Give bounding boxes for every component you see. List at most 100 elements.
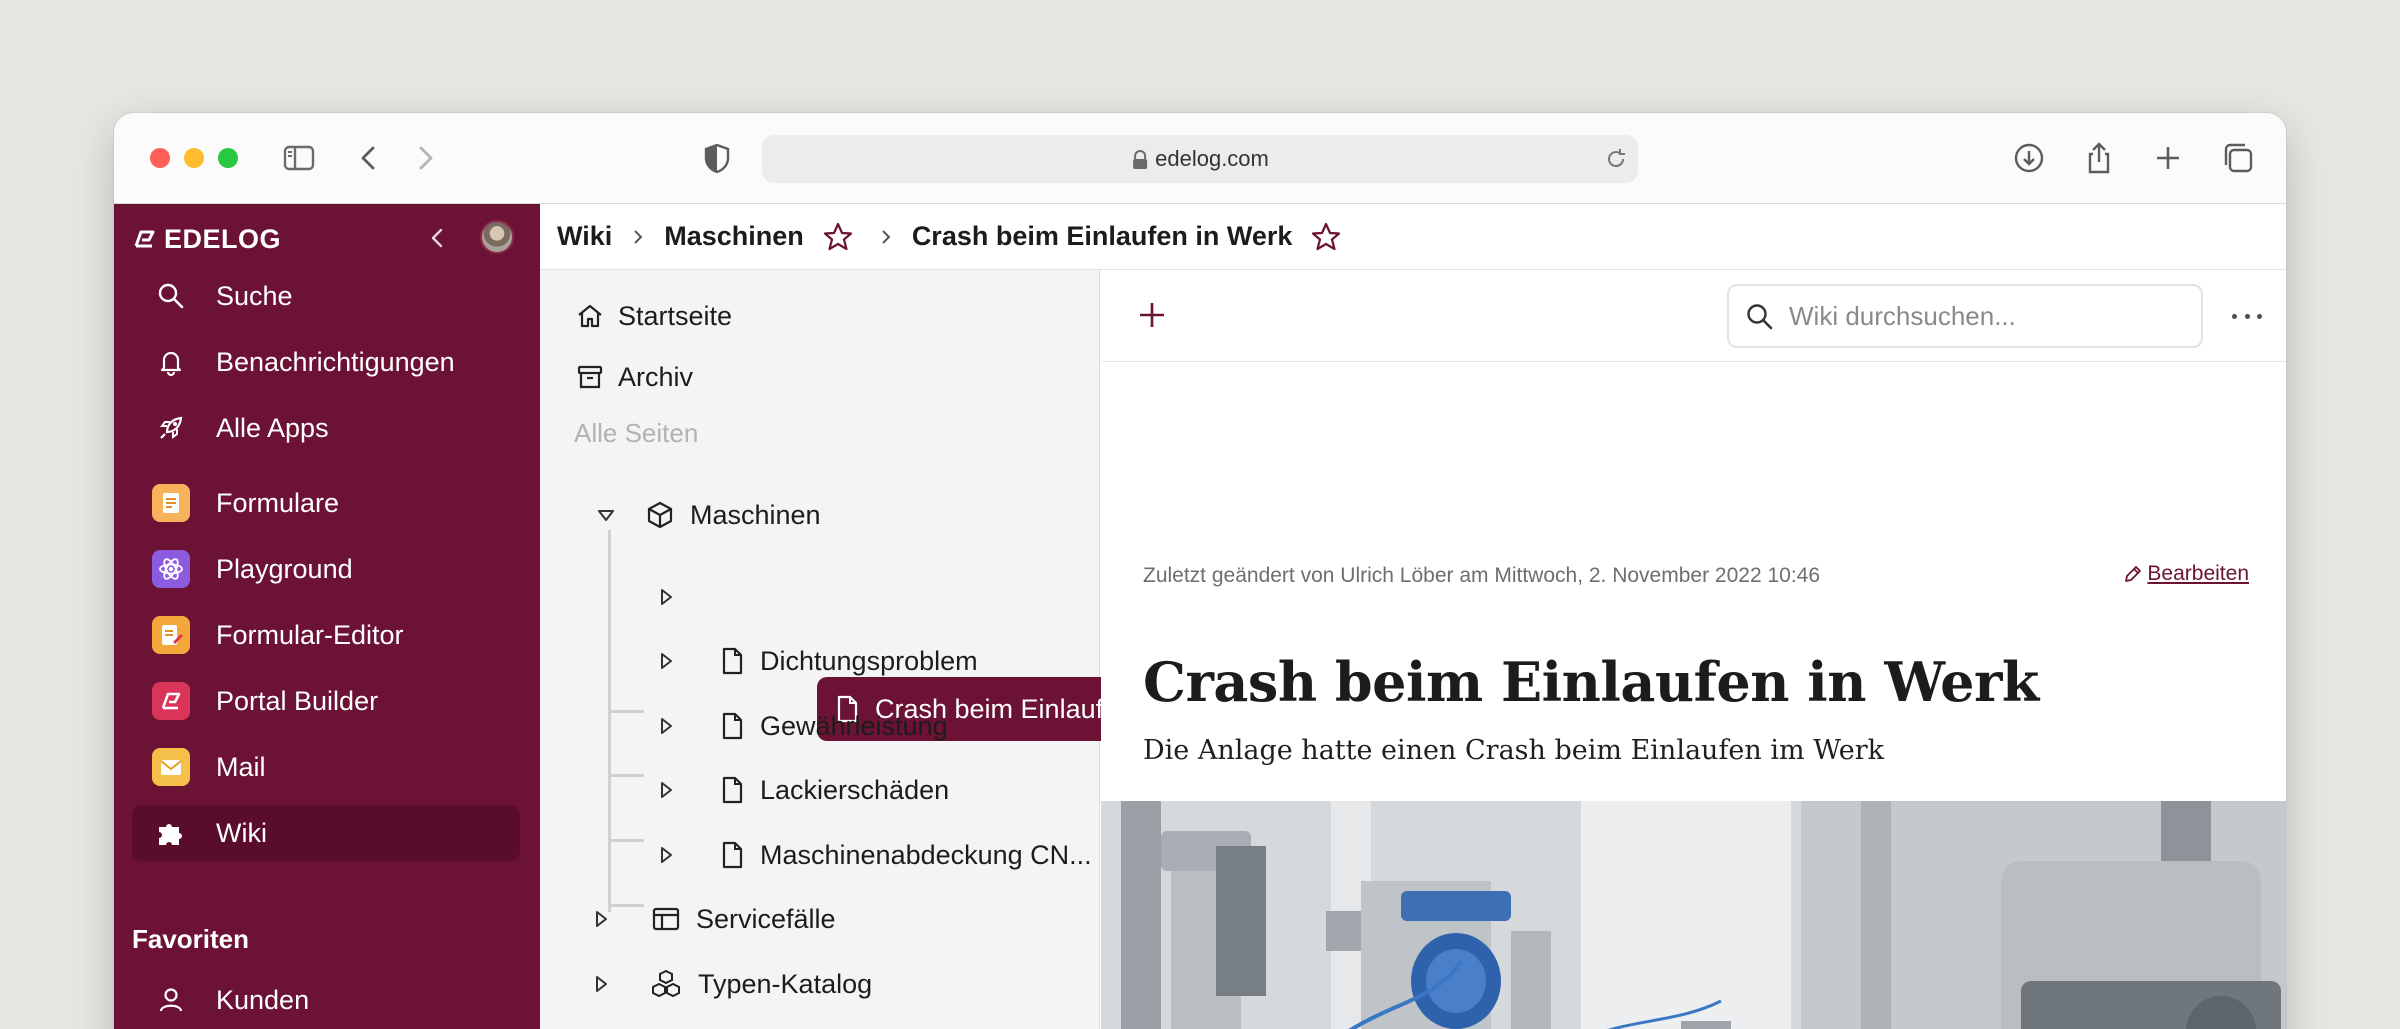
sidebar-app-playground[interactable]: Playground <box>132 541 520 597</box>
sidebar-item-label: Playground <box>216 553 353 584</box>
page-subtitle: Die Anlage hatte einen Crash beim Einlau… <box>1143 735 1884 766</box>
reload-icon[interactable] <box>1604 147 1628 171</box>
tree-children-rest: Dichtungsproblem Gewährleistung Lackiers… <box>540 270 1100 1029</box>
wiki-search-input[interactable] <box>1789 294 2191 338</box>
caret-right-icon[interactable] <box>656 845 676 865</box>
sidebar-app-mail[interactable]: Mail <box>132 739 520 795</box>
zoom-window-button[interactable] <box>218 148 238 168</box>
edit-label: Bearbeiten <box>2147 562 2249 585</box>
page-title: Crash beim Einlaufen in Werk <box>1143 650 2039 714</box>
brand-name: EDELOG <box>164 223 282 254</box>
sidebar-item-label: Kunden <box>216 984 310 1015</box>
brand-logo[interactable]: EDELOG <box>132 222 281 256</box>
puzzle-icon <box>159 824 182 845</box>
caret-right-icon[interactable] <box>656 651 676 671</box>
breadcrumb-wiki[interactable]: Wiki <box>557 221 612 252</box>
wiki-search[interactable] <box>1727 284 2203 348</box>
tree-page-dichtungsproblem[interactable]: Dichtungsproblem <box>716 635 978 687</box>
rocket-icon <box>160 416 183 439</box>
tree-label: Typen-Katalog <box>698 968 873 999</box>
sidebar-item-label: Formular-Editor <box>216 619 404 650</box>
bell-icon <box>160 351 182 377</box>
sidebar-item-label: Benachrichtigungen <box>216 346 455 377</box>
breadcrumb-maschinen[interactable]: Maschinen <box>664 221 804 252</box>
address-bar[interactable]: edelog.com <box>762 135 1638 183</box>
download-icon[interactable] <box>2012 141 2046 175</box>
tree-page-gewaehrleistung[interactable]: Gewährleistung <box>716 700 948 752</box>
tree-page-lackierschaeden[interactable]: Lackierschäden <box>716 764 949 816</box>
person-icon <box>159 988 183 1012</box>
new-tab-icon[interactable] <box>2151 141 2185 175</box>
form-app-icon <box>152 484 190 522</box>
minimize-window-button[interactable] <box>184 148 204 168</box>
sidebar-item-label: Suche <box>216 280 293 311</box>
favorite-star-icon[interactable] <box>1310 221 1342 253</box>
tree-node-typen-katalog[interactable]: Typen-Katalog <box>650 958 872 1010</box>
collapse-sidebar-icon[interactable] <box>424 224 452 252</box>
add-page-icon[interactable] <box>1135 298 1169 332</box>
document-icon <box>722 841 743 869</box>
sidebar-item-suche[interactable]: Suche <box>132 268 520 324</box>
caret-right-icon[interactable] <box>591 974 611 994</box>
sidebar-app-formulare[interactable]: Formulare <box>132 475 520 531</box>
mail-app-icon <box>152 748 190 786</box>
caret-right-icon[interactable] <box>656 587 676 607</box>
browser-window: edelog.com EDELOG Suche Benachrichtigung… <box>114 113 2286 1029</box>
share-icon[interactable] <box>2082 141 2116 175</box>
tab-overview-icon[interactable] <box>2221 141 2255 175</box>
cubes-icon <box>652 969 680 998</box>
sidebar-app-wiki[interactable]: Wiki <box>132 805 520 861</box>
edelog-logo-icon <box>134 230 155 248</box>
sidebar-item-label: Formulare <box>216 487 340 518</box>
edit-link[interactable]: Bearbeiten <box>2123 562 2249 586</box>
lock-icon <box>1133 150 1148 169</box>
search-icon <box>158 283 184 309</box>
sidebar-item-label: Alle Apps <box>216 412 329 443</box>
tree-page-maschinenabdeckung[interactable]: Maschinenabdeckung CN... <box>716 829 1092 881</box>
chevron-right-icon <box>634 229 643 244</box>
sidebar-app-portal-builder[interactable]: Portal Builder <box>132 673 520 729</box>
sidebar-item-benachrichtigungen[interactable]: Benachrichtigungen <box>132 334 520 390</box>
tree-node-servicefaelle[interactable]: Servicefälle <box>650 893 836 945</box>
search-icon <box>1747 304 1773 330</box>
sidebar-item-label: Mail <box>216 751 266 782</box>
breadcrumb: Wiki Maschinen Crash beim Einlaufen in W… <box>540 204 2286 270</box>
tree-label: Dichtungsproblem <box>760 645 978 676</box>
caret-right-icon[interactable] <box>656 780 676 800</box>
user-avatar[interactable] <box>480 220 514 254</box>
favorites-title: Favoriten <box>132 924 250 954</box>
more-options-icon[interactable] <box>2232 304 2262 328</box>
caret-right-icon[interactable] <box>656 716 676 736</box>
sidebar-item-label: Portal Builder <box>216 685 379 716</box>
tree-label: Maschinenabdeckung CN... <box>760 839 1092 870</box>
document-icon <box>722 647 743 675</box>
sidebar-favorite-kunden[interactable]: Kunden <box>132 972 520 1028</box>
tree-label: Lackierschäden <box>760 774 950 805</box>
browser-toolbar: edelog.com <box>114 113 2286 204</box>
url-text: edelog.com <box>1155 146 1269 171</box>
app-sidebar: EDELOG Suche Benachrichtigungen Alle App… <box>114 204 540 1029</box>
tree-label: Servicefälle <box>696 903 836 934</box>
sidebar-toggle-icon[interactable] <box>282 141 316 175</box>
portal-app-icon <box>152 682 190 720</box>
back-icon[interactable] <box>352 141 386 175</box>
atom-app-icon <box>152 550 190 588</box>
content-toolbar <box>1101 270 2286 362</box>
document-icon <box>722 712 743 740</box>
table-icon <box>652 907 680 931</box>
favorite-star-icon[interactable] <box>822 221 854 253</box>
form-editor-app-icon <box>152 616 190 654</box>
forward-icon[interactable] <box>408 141 442 175</box>
close-window-button[interactable] <box>150 148 170 168</box>
machine-photo <box>1101 801 2286 1029</box>
last-modified-text: Zuletzt geändert von Ulrich Löber am Mit… <box>1143 564 1821 587</box>
machine-photo-illustration <box>1101 801 2286 1029</box>
caret-right-icon[interactable] <box>591 909 611 929</box>
sidebar-app-formular-editor[interactable]: Formular-Editor <box>132 607 520 663</box>
sidebar-item-alle-apps[interactable]: Alle Apps <box>132 400 520 456</box>
breadcrumb-current-page[interactable]: Crash beim Einlaufen in Werk <box>912 221 1293 252</box>
tree-label: Gewährleistung <box>760 710 948 741</box>
chevron-right-icon <box>882 229 891 244</box>
privacy-shield-icon[interactable] <box>700 141 734 175</box>
pencil-icon <box>2125 566 2142 582</box>
